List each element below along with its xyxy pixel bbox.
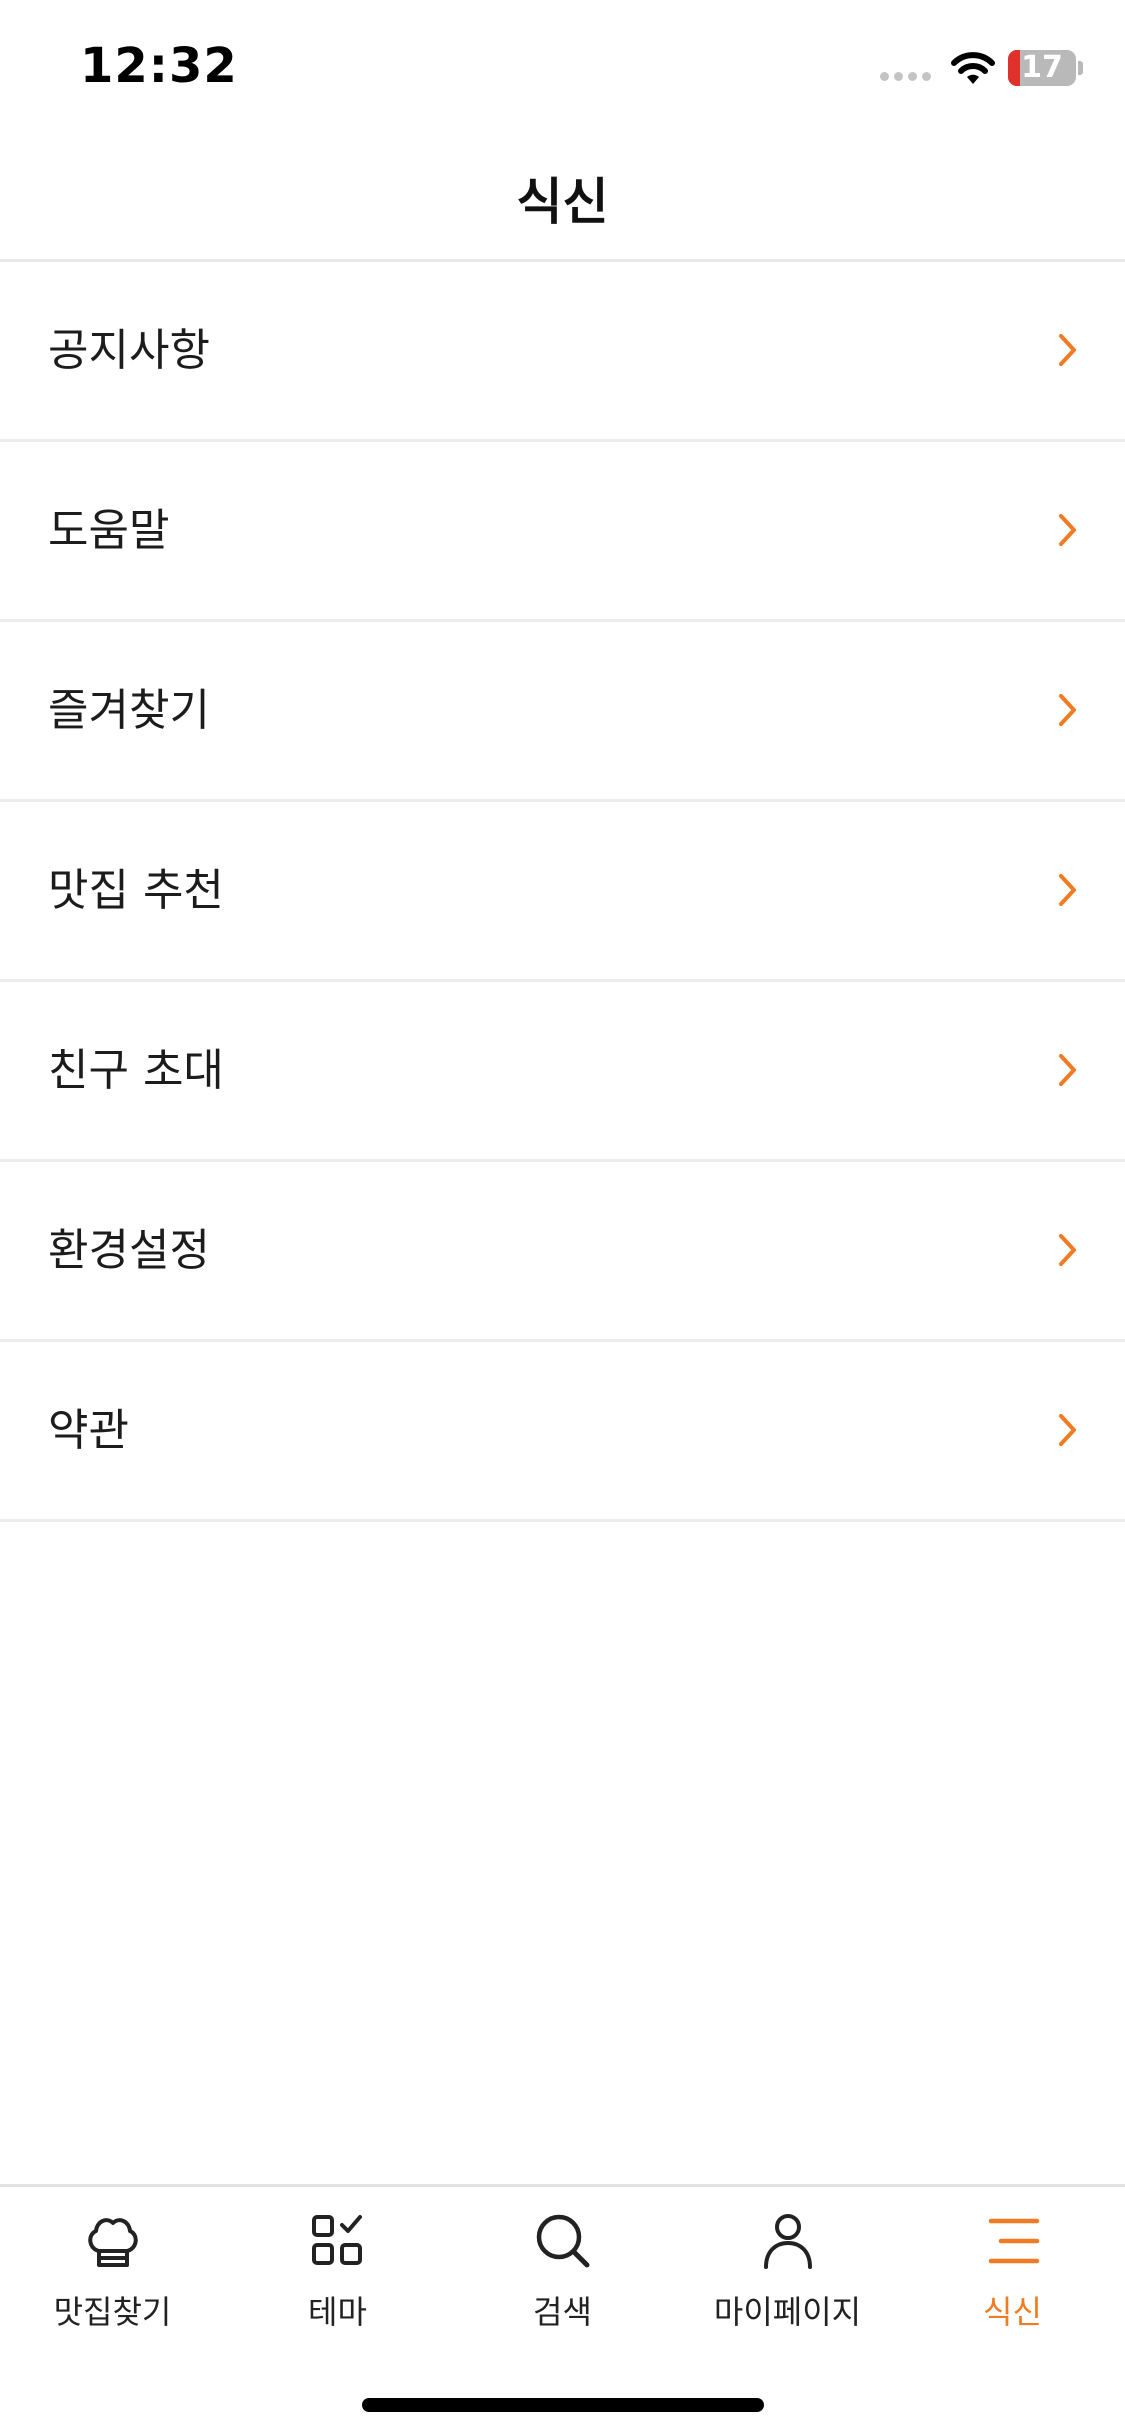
battery-icon: 17 (1008, 50, 1076, 86)
menu-item-label: 맛집 추천 (48, 865, 224, 916)
chevron-right-icon (1059, 1054, 1076, 1086)
menu-item-invite[interactable]: 친구 초대 (0, 982, 1125, 1162)
search-icon (536, 2214, 589, 2268)
tab-restaurant-search[interactable]: 맛집찾기 (0, 2207, 225, 2347)
status-time: 12:32 (80, 38, 238, 94)
page-title: 식신 (516, 173, 609, 231)
wifi-icon (951, 52, 995, 84)
nav-header: 식신 (0, 132, 1125, 262)
battery-level: 17 (1021, 50, 1063, 85)
cellular-signal-icon (880, 72, 931, 81)
tab-label: 식신 (983, 2293, 1042, 2331)
home-indicator[interactable] (362, 2398, 764, 2412)
tab-theme[interactable]: 테마 (225, 2207, 450, 2347)
chevron-right-icon (1059, 694, 1076, 726)
tab-mypage[interactable]: 마이페이지 (675, 2207, 900, 2347)
menu-item-label: 약관 (48, 1405, 129, 1456)
chevron-right-icon (1059, 1414, 1076, 1446)
tab-label: 마이페이지 (713, 2293, 862, 2331)
menu-item-label: 즐겨찾기 (48, 685, 210, 736)
chevron-right-icon (1059, 514, 1076, 546)
menu-item-notice[interactable]: 공지사항 (0, 262, 1125, 442)
tab-label: 검색 (533, 2293, 592, 2331)
tab-search[interactable]: 검색 (450, 2207, 675, 2347)
menu-item-label: 환경설정 (48, 1225, 210, 1276)
menu-list: 공지사항 도움말 즐겨찾기 맛집 추천 친구 초대 환경설정 약관 (0, 262, 1125, 1522)
chevron-right-icon (1059, 334, 1076, 366)
tab-sikshin[interactable]: 식신 (900, 2207, 1125, 2347)
menu-item-help[interactable]: 도움말 (0, 442, 1125, 622)
menu-item-terms[interactable]: 약관 (0, 1342, 1125, 1522)
status-bar: 12:32 17 (0, 0, 1125, 132)
tab-label: 맛집찾기 (53, 2293, 172, 2331)
battery-cap (1078, 61, 1083, 75)
grid-check-icon (311, 2215, 362, 2265)
menu-item-recommend[interactable]: 맛집 추천 (0, 802, 1125, 982)
menu-item-label: 공지사항 (48, 325, 210, 376)
chef-hat-icon (87, 2218, 138, 2267)
chevron-right-icon (1059, 1234, 1076, 1266)
person-icon (763, 2214, 812, 2269)
tab-label: 테마 (308, 2293, 367, 2331)
menu-item-label: 도움말 (48, 505, 170, 556)
menu-item-label: 친구 초대 (48, 1045, 224, 1096)
chevron-right-icon (1059, 874, 1076, 906)
menu-item-favorites[interactable]: 즐겨찾기 (0, 622, 1125, 802)
menu-lines-icon (988, 2218, 1039, 2264)
menu-item-settings[interactable]: 환경설정 (0, 1162, 1125, 1342)
